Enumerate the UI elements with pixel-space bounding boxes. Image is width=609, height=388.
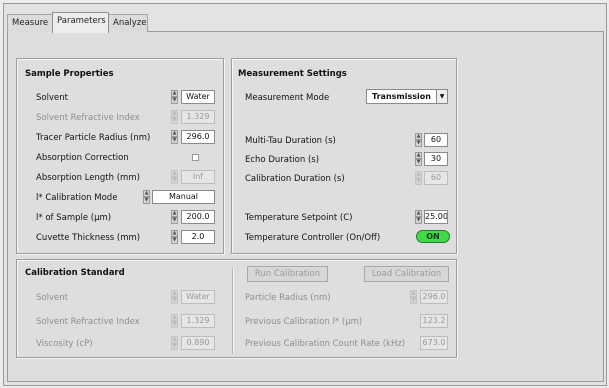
- echo-duration-field[interactable]: 30: [424, 152, 448, 166]
- prev-count-rate-field: 673.0: [420, 336, 448, 350]
- temperature-setpoint-label: Temperature Setpoint (C): [245, 213, 353, 223]
- temperature-controller-toggle[interactable]: ON: [416, 230, 450, 243]
- temperature-setpoint-stepper[interactable]: ▲ ▼: [415, 210, 422, 224]
- multitau-duration-field[interactable]: 60: [424, 133, 448, 147]
- cal-particle-radius-field: 296.0: [420, 290, 448, 304]
- sample-solvent-field[interactable]: Water: [181, 90, 215, 104]
- absorption-length-label: Absorption Length (mm): [36, 173, 140, 183]
- tab-parameters[interactable]: Parameters: [52, 12, 109, 33]
- calibration-standard-title: Calibration Standard: [25, 268, 125, 278]
- cal-viscosity-stepper: ▲ ▼: [171, 336, 178, 350]
- tab-strip: Measure Parameters Analyze: [7, 12, 604, 33]
- lstar-mode-label: l* Calibration Mode: [36, 193, 118, 203]
- lstar-mode-stepper[interactable]: ▲ ▼: [143, 190, 150, 204]
- load-calibration-button[interactable]: Load Calibration: [364, 266, 449, 282]
- run-calibration-button[interactable]: Run Calibration: [247, 266, 328, 282]
- sample-solvent-label: Solvent: [36, 93, 68, 103]
- sample-refractive-field: 1.329: [181, 110, 215, 124]
- measurement-mode-dropdown[interactable]: Transmission ▼: [366, 89, 448, 104]
- cal-solvent-label: Solvent: [36, 293, 68, 303]
- cal-refractive-stepper: ▲ ▼: [171, 314, 178, 328]
- cal-solvent-stepper: ▲ ▼: [171, 290, 178, 304]
- sample-refractive-stepper: ▲ ▼: [171, 110, 178, 124]
- multitau-duration-stepper[interactable]: ▲ ▼: [415, 133, 422, 147]
- measurement-mode-value: Transmission: [372, 92, 431, 101]
- chevron-down-icon[interactable]: ▼: [436, 90, 447, 103]
- echo-duration-label: Echo Duration (s): [245, 155, 320, 165]
- calibration-divider: [232, 268, 233, 354]
- app-canvas: Measure Parameters Analyze Sample Proper…: [0, 0, 609, 388]
- cal-viscosity-field: 0.890: [181, 336, 215, 350]
- cal-particle-radius-stepper: ▲ ▼: [410, 290, 417, 304]
- sample-properties-title: Sample Properties: [25, 69, 114, 79]
- cuvette-thickness-label: Cuvette Thickness (mm): [36, 233, 141, 243]
- tracer-radius-field[interactable]: 296.0: [181, 130, 215, 144]
- measurement-settings-title: Measurement Settings: [238, 69, 347, 79]
- tab-analyze[interactable]: Analyze: [108, 14, 148, 32]
- tracer-radius-stepper[interactable]: ▲ ▼: [171, 130, 178, 144]
- echo-duration-stepper[interactable]: ▲ ▼: [415, 152, 422, 166]
- temperature-controller-label: Temperature Controller (On/Off): [245, 233, 381, 243]
- tracer-radius-label: Tracer Particle Radius (nm): [36, 133, 151, 143]
- multitau-duration-label: Multi-Tau Duration (s): [245, 136, 336, 146]
- sample-refractive-label: Solvent Refractive Index: [36, 113, 140, 123]
- measurement-mode-label: Measurement Mode: [245, 93, 330, 103]
- absorption-correction-label: Absorption Correction: [36, 153, 129, 163]
- absorption-correction-checkbox[interactable]: [192, 154, 199, 161]
- tab-measure[interactable]: Measure: [7, 14, 53, 32]
- cal-refractive-label: Solvent Refractive Index: [36, 317, 140, 327]
- cal-refractive-field: 1.329: [181, 314, 215, 328]
- sample-solvent-stepper[interactable]: ▲ ▼: [171, 90, 178, 104]
- absorption-length-field: Inf: [181, 170, 215, 184]
- cal-solvent-field: Water: [181, 290, 215, 304]
- temperature-setpoint-field[interactable]: 25.00: [424, 210, 448, 224]
- prev-lstar-field: 123.2: [420, 314, 448, 328]
- cal-particle-radius-label: Particle Radius (nm): [245, 293, 331, 303]
- cuvette-thickness-stepper[interactable]: ▲ ▼: [171, 230, 178, 244]
- prev-lstar-label: Previous Calibration l* (µm): [245, 317, 363, 327]
- lstar-sample-stepper[interactable]: ▲ ▼: [171, 210, 178, 224]
- cal-viscosity-label: Viscosity (cP): [36, 339, 93, 349]
- lstar-mode-field[interactable]: Manual: [152, 190, 215, 204]
- cuvette-thickness-field[interactable]: 2.0: [181, 230, 215, 244]
- lstar-sample-field[interactable]: 200.0: [181, 210, 215, 224]
- calibration-duration-field: 60: [424, 171, 448, 185]
- lstar-sample-label: l* of Sample (µm): [36, 213, 112, 223]
- calibration-duration-label: Calibration Duration (s): [245, 174, 345, 184]
- absorption-length-stepper: ▲ ▼: [171, 170, 178, 184]
- calibration-duration-stepper: ▲ ▼: [415, 171, 422, 185]
- prev-count-rate-label: Previous Calibration Count Rate (kHz): [245, 339, 406, 349]
